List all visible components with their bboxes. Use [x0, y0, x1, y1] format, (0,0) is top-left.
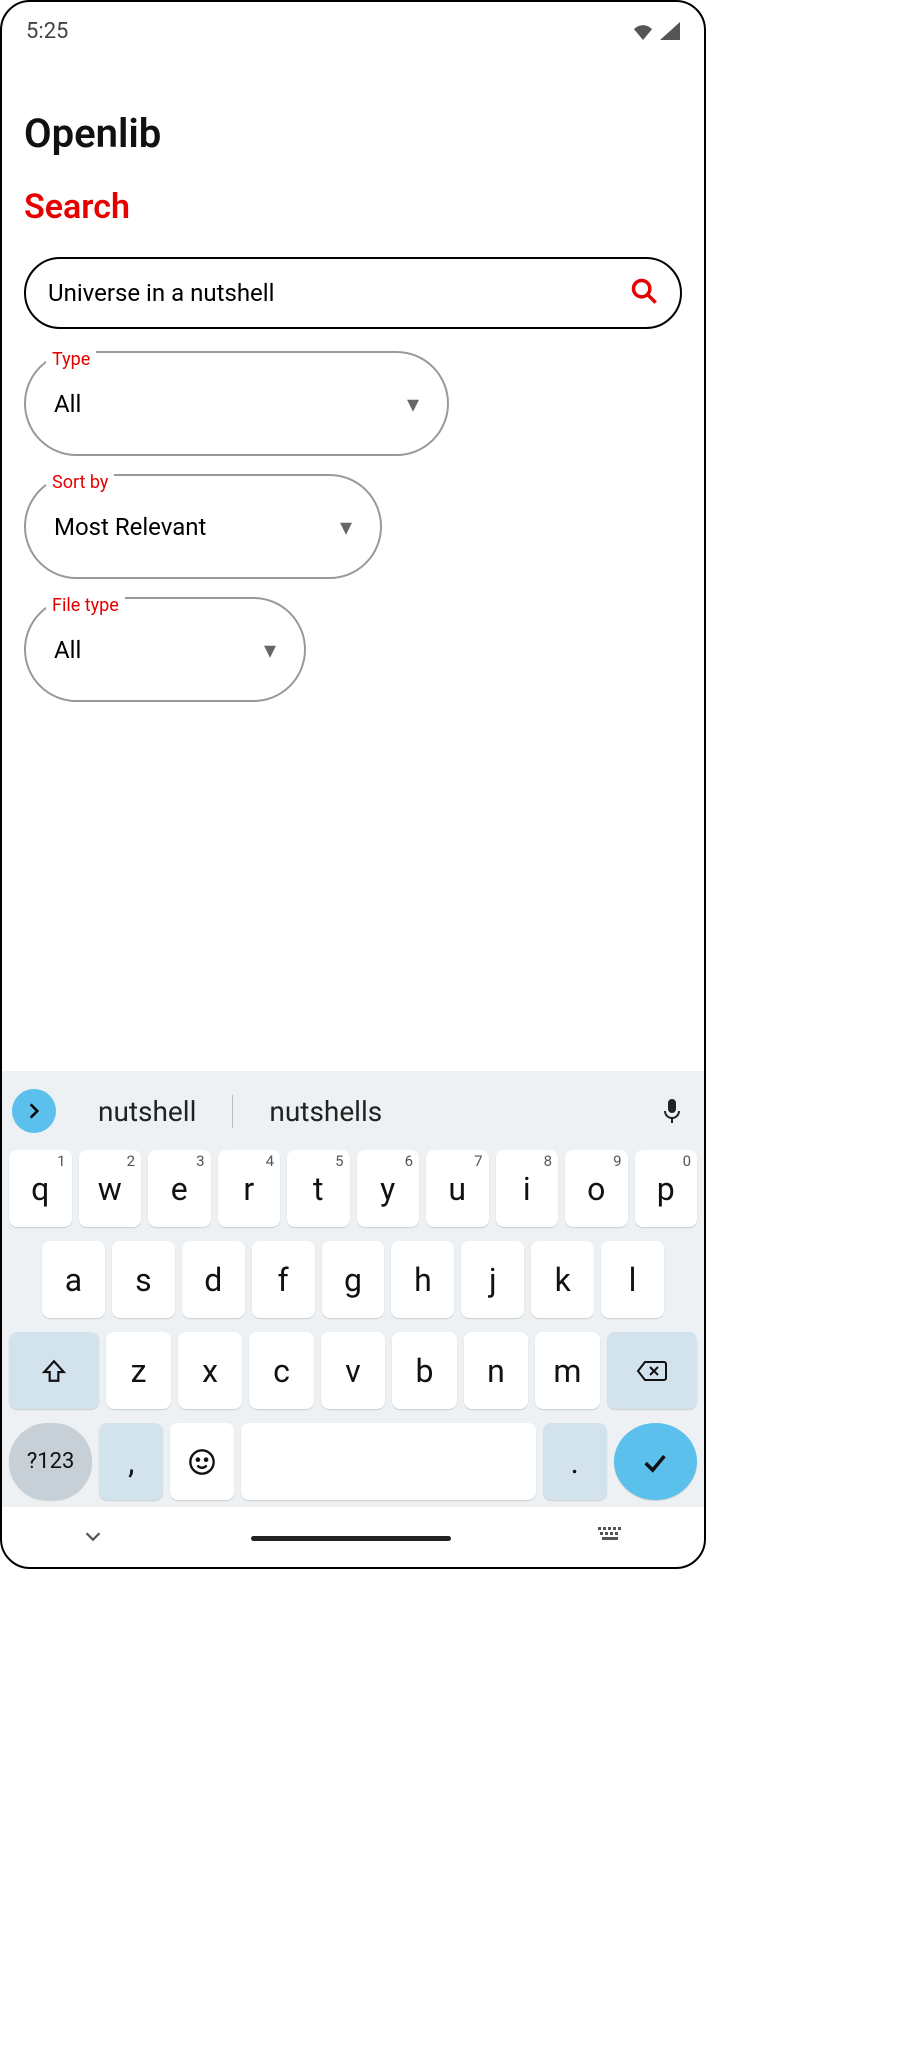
- key-b[interactable]: b: [392, 1332, 456, 1409]
- expand-suggestions-button[interactable]: [12, 1089, 56, 1133]
- symbols-key[interactable]: ?123: [9, 1423, 92, 1500]
- comma-key[interactable]: ,: [99, 1423, 163, 1500]
- suggestion-1[interactable]: nutshell: [62, 1095, 232, 1128]
- status-bar: 5:25: [2, 2, 704, 50]
- key-a[interactable]: a: [42, 1241, 105, 1318]
- cell-signal-icon: [660, 22, 680, 40]
- key-u[interactable]: u7: [426, 1150, 489, 1227]
- filetype-field: File type All ▾: [24, 597, 682, 702]
- key-w[interactable]: w2: [79, 1150, 142, 1227]
- key-h[interactable]: h: [391, 1241, 454, 1318]
- key-f[interactable]: f: [252, 1241, 315, 1318]
- enter-key[interactable]: [614, 1423, 697, 1500]
- emoji-key[interactable]: [170, 1423, 234, 1500]
- key-row-3: zxcvbnm: [2, 1325, 704, 1416]
- search-input[interactable]: [48, 279, 630, 307]
- key-c[interactable]: c: [249, 1332, 313, 1409]
- period-key[interactable]: .: [543, 1423, 607, 1500]
- key-s[interactable]: s: [112, 1241, 175, 1318]
- search-icon[interactable]: [630, 277, 658, 309]
- key-e[interactable]: e3: [148, 1150, 211, 1227]
- suggestion-row: nutshell nutshells: [2, 1079, 704, 1143]
- key-row-4: ?123 , .: [2, 1416, 704, 1507]
- key-j[interactable]: j: [461, 1241, 524, 1318]
- key-p[interactable]: p0: [635, 1150, 698, 1227]
- status-time: 5:25: [26, 19, 68, 44]
- suggestions: nutshell nutshells: [62, 1095, 644, 1128]
- key-m[interactable]: m: [535, 1332, 599, 1409]
- key-q[interactable]: q1: [9, 1150, 72, 1227]
- keyboard: nutshell nutshells q1w2e3r4t5y6u7i8o9p0 …: [2, 1071, 704, 1507]
- filetype-value: All: [54, 636, 81, 664]
- space-key[interactable]: [241, 1423, 535, 1500]
- nav-bar: [2, 1509, 704, 1567]
- key-t[interactable]: t5: [287, 1150, 350, 1227]
- sort-field: Sort by Most Relevant ▾: [24, 474, 682, 579]
- shift-key[interactable]: [9, 1332, 99, 1409]
- type-value: All: [54, 390, 81, 418]
- key-y[interactable]: y6: [357, 1150, 420, 1227]
- mic-button[interactable]: [650, 1097, 694, 1125]
- suggestion-2[interactable]: nutshells: [232, 1095, 418, 1128]
- nav-keyboard-icon[interactable]: [598, 1527, 624, 1549]
- key-k[interactable]: k: [531, 1241, 594, 1318]
- chevron-down-icon: ▾: [264, 636, 276, 664]
- key-l[interactable]: l: [601, 1241, 664, 1318]
- status-icons: [632, 22, 680, 40]
- chevron-down-icon: ▾: [340, 513, 352, 541]
- type-field: Type All ▾: [24, 351, 682, 456]
- sort-value: Most Relevant: [54, 513, 206, 541]
- search-field[interactable]: [24, 257, 682, 329]
- nav-home-pill[interactable]: [251, 1536, 451, 1541]
- key-row-1: q1w2e3r4t5y6u7i8o9p0: [2, 1143, 704, 1234]
- key-i[interactable]: i8: [496, 1150, 559, 1227]
- key-g[interactable]: g: [322, 1241, 385, 1318]
- section-title: Search: [24, 187, 682, 227]
- app-content: Openlib Search Type All ▾ Sort by Most R…: [2, 50, 704, 724]
- sort-label: Sort by: [46, 472, 114, 493]
- key-x[interactable]: x: [178, 1332, 242, 1409]
- type-label: Type: [46, 349, 96, 370]
- app-title: Openlib: [24, 110, 682, 157]
- key-o[interactable]: o9: [565, 1150, 628, 1227]
- key-n[interactable]: n: [464, 1332, 528, 1409]
- chevron-down-icon: ▾: [407, 390, 419, 418]
- key-z[interactable]: z: [106, 1332, 170, 1409]
- key-r[interactable]: r4: [218, 1150, 281, 1227]
- key-d[interactable]: d: [182, 1241, 245, 1318]
- key-v[interactable]: v: [321, 1332, 385, 1409]
- wifi-icon: [632, 22, 654, 40]
- backspace-key[interactable]: [607, 1332, 697, 1409]
- key-row-2: asdfghjkl: [2, 1234, 704, 1325]
- filetype-label: File type: [46, 595, 125, 616]
- nav-collapse-icon[interactable]: [82, 1525, 104, 1551]
